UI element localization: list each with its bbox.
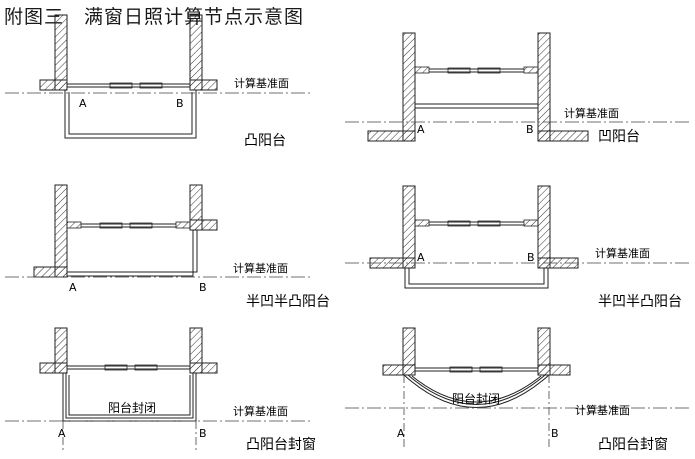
enclosure-label: 阳台封闭 bbox=[452, 391, 500, 406]
point-b-label: B bbox=[199, 281, 207, 294]
diagram-canvas: A B 计算基准面 凸阳台 A B 计算基准面 凹阳台 A B 计算基准面 半凹… bbox=[5, 14, 690, 453]
panel-caption: 凸阳台封窗 bbox=[598, 436, 668, 453]
point-a-label: A bbox=[79, 97, 87, 110]
reference-line-label: 计算基准面 bbox=[233, 404, 288, 418]
panel-caption: 半凹半凸阳台 bbox=[246, 294, 330, 310]
panel-caption: 凸阳台封窗 bbox=[246, 436, 316, 453]
point-a-label: A bbox=[417, 123, 425, 136]
point-a-label: A bbox=[69, 281, 77, 294]
reference-line-label: 计算基准面 bbox=[595, 246, 650, 260]
panel-convex-balcony-enclosed-right: 阳台封闭 A B 计算基准面 凸阳台封窗 bbox=[345, 327, 690, 453]
panel-semi-balcony-right: A B 计算基准面 半凹半凸阳台 bbox=[345, 185, 690, 310]
reference-line-label: 计算基准面 bbox=[233, 261, 288, 275]
reference-line-label: 计算基准面 bbox=[575, 403, 630, 417]
panel-convex-balcony-enclosed-left: 阳台封闭 A B 计算基准面 凸阳台封窗 bbox=[5, 327, 316, 453]
point-b-label: B bbox=[526, 123, 534, 136]
point-a-label: A bbox=[397, 427, 405, 440]
panel-concave-balcony: A B 计算基准面 凹阳台 bbox=[345, 32, 690, 145]
panel-semi-balcony-left: A B 计算基准面 半凹半凸阳台 bbox=[5, 184, 330, 310]
reference-line-label: 计算基准面 bbox=[564, 106, 619, 120]
point-b-label: B bbox=[551, 427, 559, 440]
reference-line-label: 计算基准面 bbox=[234, 76, 289, 90]
enclosure-label: 阳台封闭 bbox=[108, 400, 156, 415]
point-b-label: B bbox=[176, 97, 184, 110]
point-b-label: B bbox=[527, 251, 535, 264]
point-a-label: A bbox=[417, 251, 425, 264]
point-b-label: B bbox=[199, 427, 207, 440]
panel-caption: 半凹半凸阳台 bbox=[598, 294, 682, 310]
point-a-label: A bbox=[58, 427, 66, 440]
panel-caption: 凸阳台 bbox=[244, 133, 286, 149]
panel-caption: 凹阳台 bbox=[598, 129, 640, 145]
panel-convex-balcony: A B 计算基准面 凸阳台 bbox=[5, 14, 310, 149]
